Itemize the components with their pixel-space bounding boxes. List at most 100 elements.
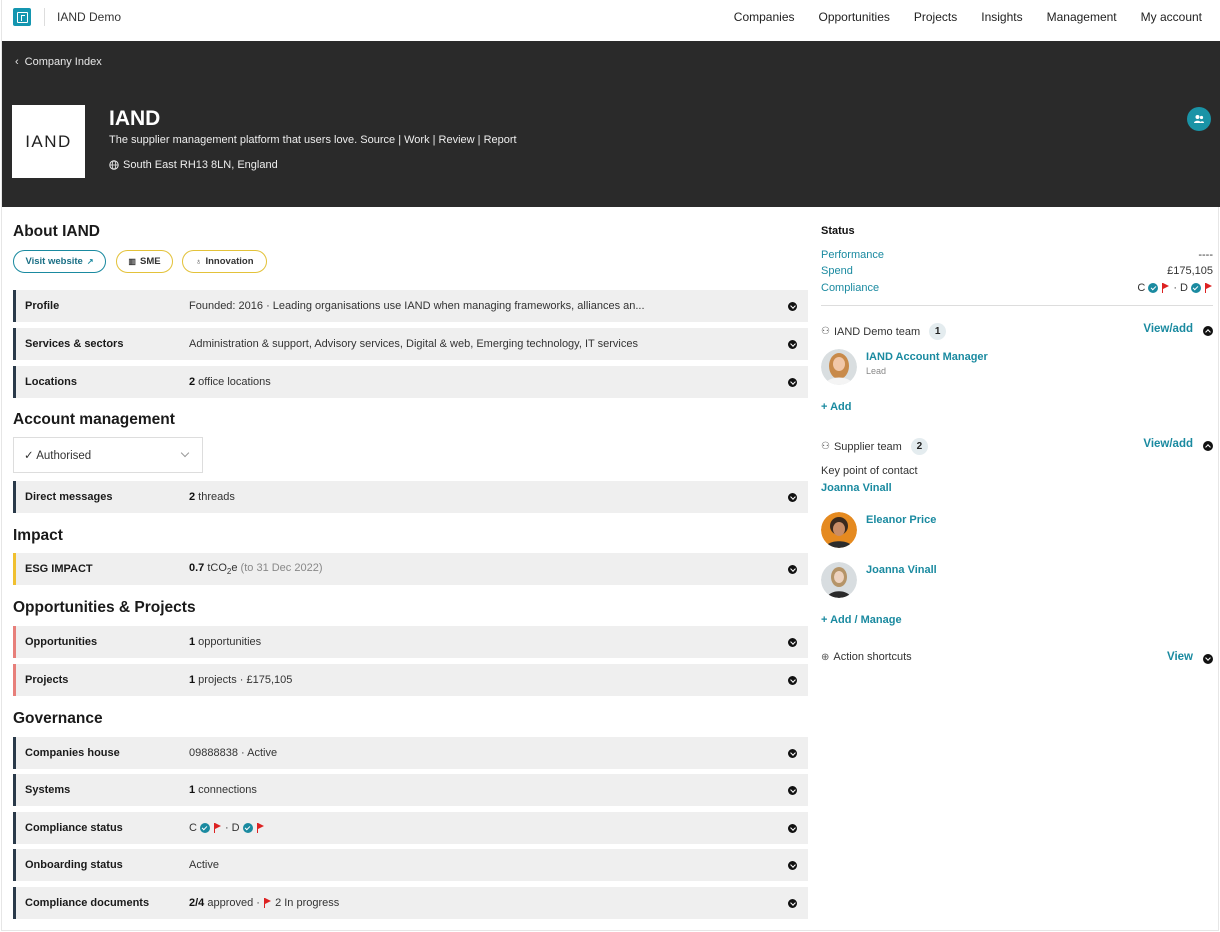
nav-insights[interactable]: Insights — [981, 10, 1022, 24]
sme-label: SME — [139, 256, 161, 267]
expand-icon[interactable] — [788, 339, 797, 349]
row-label: Onboarding status — [25, 859, 123, 871]
expand-icon[interactable] — [788, 785, 797, 795]
collapse-icon[interactable] — [1203, 441, 1213, 451]
authorisation-select[interactable]: ✓ Authorised — [13, 437, 203, 473]
compliance-status-row[interactable]: Compliance status C · D — [13, 812, 808, 844]
nav-projects[interactable]: Projects — [914, 10, 957, 24]
key-contact-name[interactable]: Joanna Vinall — [821, 482, 892, 494]
row-value: 2/4 approved · 2 In progress — [189, 897, 339, 909]
compliance-documents-row[interactable]: Compliance documents 2/4 approved · 2 In… — [13, 887, 808, 919]
row-label: Services & sectors — [25, 338, 124, 350]
iand-team-count: 1 — [929, 323, 947, 340]
building-icon: ▥ — [128, 257, 136, 266]
member-name[interactable]: Joanna Vinall — [866, 564, 937, 576]
expand-icon[interactable] — [788, 898, 797, 908]
row-value: 1 projects · £175,105 — [189, 674, 292, 686]
companies-house-row[interactable]: Companies house 09888838 · Active — [13, 737, 808, 769]
member-name[interactable]: IAND Account Manager — [866, 351, 988, 363]
visit-website-button[interactable]: Visit website ↗ — [13, 250, 106, 273]
expand-icon[interactable] — [788, 748, 797, 758]
compliance-c: C — [1137, 282, 1146, 294]
check-circle-icon — [242, 823, 253, 833]
compliance-label[interactable]: Compliance — [821, 282, 879, 294]
expand-icon[interactable] — [1203, 654, 1213, 664]
threads-text: threads — [195, 491, 235, 503]
profile-row[interactable]: Profile Founded: 2016 · Leading organisa… — [13, 290, 808, 322]
expand-icon[interactable] — [788, 823, 797, 833]
add-manage-button[interactable]: + Add / Manage — [821, 614, 902, 626]
people-icon: ⚇ — [821, 441, 830, 452]
direct-messages-row[interactable]: Direct messages 2 threads — [13, 481, 808, 513]
expand-icon[interactable] — [788, 492, 797, 502]
iand-team-view-add-link[interactable]: View/add — [1143, 323, 1193, 335]
action-shortcuts-view-link[interactable]: View — [1167, 651, 1193, 663]
status-heading: Status — [821, 225, 855, 237]
expand-icon[interactable] — [788, 301, 797, 311]
action-shortcuts-title: Action shortcuts — [833, 651, 912, 663]
sme-badge[interactable]: ▥ SME — [116, 250, 173, 273]
compliance-row: Compliance C · D — [821, 282, 1213, 294]
nav-management[interactable]: Management — [1047, 10, 1117, 24]
expand-icon[interactable] — [788, 377, 797, 387]
app-frame: IAND Demo Companies Opportunities Projec… — [1, 0, 1220, 931]
projects-row[interactable]: Projects 1 projects · £175,105 — [13, 664, 808, 696]
back-link[interactable]: ‹ Company Index — [15, 56, 102, 68]
company-header: ‹ Company Index IAND IAND The supplier m… — [2, 41, 1220, 207]
divider — [821, 305, 1213, 306]
spend-row: Spend £175,105 — [821, 265, 1213, 277]
expand-icon[interactable] — [788, 860, 797, 870]
flag-icon — [256, 823, 265, 833]
nav-links: Companies Opportunities Projects Insight… — [734, 10, 1202, 24]
add-team-member-button[interactable]: + Add — [821, 401, 851, 413]
avatar — [821, 562, 857, 598]
collapse-icon[interactable] — [1203, 326, 1213, 336]
account-heading: Account management — [13, 411, 175, 428]
projects-text: projects · £175,105 — [195, 674, 293, 686]
row-label: Compliance status — [25, 822, 123, 834]
systems-row[interactable]: Systems 1 connections — [13, 774, 808, 806]
avatar — [821, 349, 857, 385]
services-row[interactable]: Services & sectors Administration & supp… — [13, 328, 808, 360]
supplier-team-view-add-link[interactable]: View/add — [1143, 438, 1193, 450]
innovation-badge[interactable]: ♁ Innovation — [182, 250, 267, 273]
action-shortcuts-section: ⊕ Action shortcuts View — [821, 651, 1213, 664]
esg-value: 0.7 — [189, 561, 205, 574]
performance-label[interactable]: Performance — [821, 249, 884, 261]
chevron-left-icon: ‹ — [15, 56, 19, 68]
expand-icon[interactable] — [788, 637, 797, 647]
performance-value: ---- — [1198, 249, 1213, 261]
app-logo-icon[interactable] — [13, 8, 31, 26]
innovation-label: Innovation — [205, 256, 254, 267]
row-value: 2 office locations — [189, 376, 271, 388]
authorisation-value: ✓ Authorised — [24, 450, 92, 462]
member-name[interactable]: Eleanor Price — [866, 514, 936, 526]
action-shortcuts-title-row: ⊕ Action shortcuts — [821, 651, 1213, 663]
row-value: 1 opportunities — [189, 636, 261, 648]
docs-approved-count: 2/4 — [189, 897, 205, 909]
onboarding-status-row[interactable]: Onboarding status Active — [13, 849, 808, 881]
check-circle-icon — [1191, 283, 1201, 293]
check-circle-icon — [1148, 283, 1159, 293]
locations-row[interactable]: Locations 2 office locations — [13, 366, 808, 398]
esg-impact-row[interactable]: ESG IMPACT 0.7 tCO2e (to 31 Dec 2022) — [13, 553, 808, 585]
nav-my-account[interactable]: My account — [1141, 10, 1202, 24]
spend-value: £175,105 — [1167, 265, 1213, 277]
team-icon[interactable] — [1187, 107, 1211, 131]
app-title[interactable]: IAND Demo — [57, 10, 121, 24]
opportunities-row[interactable]: Opportunities 1 opportunities — [13, 626, 808, 658]
row-label: Opportunities — [25, 636, 98, 648]
row-value: C · D — [189, 822, 265, 834]
expand-icon[interactable] — [788, 675, 797, 685]
lightbulb-icon: ♁ — [195, 257, 202, 266]
nav-divider — [44, 8, 45, 26]
nav-opportunities[interactable]: Opportunities — [819, 10, 890, 24]
esg-date: (to 31 Dec 2022) — [237, 561, 323, 574]
docs-approved-text: approved · — [204, 897, 263, 909]
docs-progress-text: 2 In progress — [275, 897, 340, 909]
nav-companies[interactable]: Companies — [734, 10, 795, 24]
locations-text: office locations — [195, 376, 271, 388]
expand-icon[interactable] — [788, 564, 797, 574]
spend-label[interactable]: Spend — [821, 265, 853, 277]
company-logo: IAND — [12, 105, 85, 178]
